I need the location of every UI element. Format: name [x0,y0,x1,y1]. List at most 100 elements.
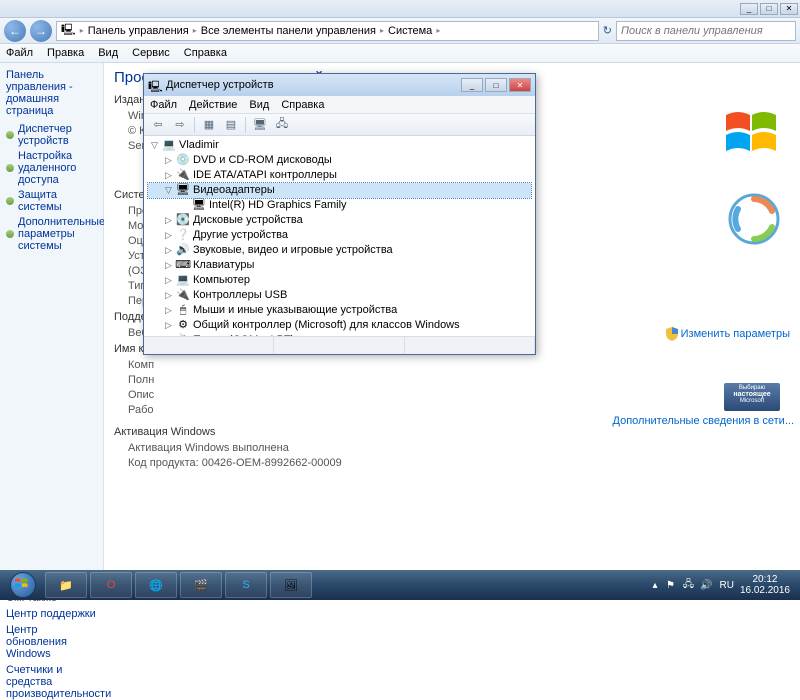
tree-node-label: Видеоадаптеры [193,183,275,198]
device-icon: ❔ [176,229,190,243]
volume-icon[interactable]: 🔊 [699,578,713,592]
expand-icon[interactable]: ▷ [164,246,173,255]
menu-tools[interactable]: Сервис [132,47,170,59]
refresh-icon[interactable]: ↻ [603,24,612,37]
more-info-link[interactable]: Дополнительные сведения в сети... [613,415,795,427]
breadcrumb-item[interactable]: Система [388,25,432,37]
expand-icon[interactable]: ▽ [164,186,173,195]
sidebar-link[interactable]: Настройка удаленного доступа [6,150,97,186]
tool-forward-icon[interactable]: ⇨ [170,116,190,134]
tree-node[interactable]: ▷🖱Мыши и иные указывающие устройства [148,303,531,318]
sidebar-link[interactable]: Защита системы [6,189,97,213]
tree-root[interactable]: ▽ 💻 Vladimir [148,138,531,153]
tree-node[interactable]: ▷🔌IDE ATA/ATAPI контроллеры [148,168,531,183]
task-chrome[interactable]: 🌐 [135,572,177,598]
seealso-link[interactable]: Центр обновления Windows [6,624,97,660]
menu-help[interactable]: Справка [184,47,227,59]
computer-icon: 💻 [162,139,176,153]
tree-node[interactable]: ▷🔌Контроллеры USB [148,288,531,303]
truncated-label: Опис [128,389,790,401]
dialog-close-button[interactable]: ✕ [509,78,531,92]
back-button[interactable]: ← [4,20,26,42]
minimize-button[interactable]: _ [740,3,758,15]
device-icon: 🔊 [176,244,190,258]
dialog-menu-action[interactable]: Действие [189,99,237,111]
expand-icon[interactable]: ▷ [164,171,173,180]
task-explorer[interactable]: 📁 [45,572,87,598]
expand-icon[interactable]: ▷ [164,276,173,285]
menu-file[interactable]: Файл [6,47,33,59]
window-titlebar: _ □ ✕ [0,0,800,18]
device-icon: 🔌 [176,334,190,337]
breadcrumb-item[interactable]: Панель управления [88,25,189,37]
dialog-minimize-button[interactable]: _ [461,78,483,92]
device-icon: 🔌 [176,169,190,183]
seealso-link[interactable]: Счетчики и средства производительности [6,664,97,700]
expand-icon[interactable]: ▷ [164,321,173,330]
menu-view[interactable]: Вид [98,47,118,59]
device-manager-dialog: 🖳 Диспетчер устройств _ □ ✕ Файл Действи… [143,73,536,355]
tree-node[interactable]: ▷❔Другие устройства [148,228,531,243]
tool-scan-icon[interactable]: 🖥 [250,116,270,134]
tree-node-label: Клавиатуры [193,258,254,273]
dialog-menu-view[interactable]: Вид [249,99,269,111]
language-indicator[interactable]: RU [719,580,733,591]
skype-icon: S [242,579,249,591]
tree-node[interactable]: ▷🔊Звуковые, видео и игровые устройства [148,243,531,258]
task-skype[interactable]: S [225,572,267,598]
bullet-icon [6,164,14,172]
dialog-menu-file[interactable]: Файл [150,99,177,111]
expand-icon[interactable]: ▷ [164,306,173,315]
tree-node[interactable]: ▷⌨Клавиатуры [148,258,531,273]
device-icon: ⚙ [176,319,190,333]
dialog-title: Диспетчер устройств [166,79,274,91]
expand-icon[interactable]: ▷ [164,156,173,165]
breadcrumb[interactable]: 🖳 ▸ Панель управления ▸ Все элементы пан… [56,21,599,41]
tree-node[interactable]: ▷💿DVD и CD-ROM дисководы [148,153,531,168]
expand-icon[interactable]: ▷ [164,216,173,225]
device-icon: 🖥 [176,184,190,198]
dialog-titlebar[interactable]: 🖳 Диспетчер устройств _ □ ✕ [144,74,535,96]
tree-node[interactable]: ▷💻Компьютер [148,273,531,288]
tray-expand-icon[interactable]: ▴ [652,580,657,591]
tool-show-hidden-icon[interactable]: ▦ [199,116,219,134]
breadcrumb-item[interactable]: Все элементы панели управления [201,25,376,37]
menu-edit[interactable]: Правка [47,47,84,59]
sidebar: Панель управления - домашняя страница Ди… [0,63,104,578]
close-button[interactable]: ✕ [780,3,798,15]
expand-icon[interactable]: ▷ [164,291,173,300]
tree-node[interactable]: ▷⚙Общий контроллер (Microsoft) для класс… [148,318,531,333]
tree-node[interactable]: ▽🖥Видеоадаптеры [148,183,531,198]
tool-properties-icon[interactable]: ▤ [221,116,241,134]
taskbar: 📁 O 🌐 🎬 S 🖼 ▴ ⚑ 🖧 🔊 RU 20:12 16.02.2016 [0,570,800,600]
tool-back-icon[interactable]: ⇦ [148,116,168,134]
sidebar-link[interactable]: Диспетчер устройств [6,123,97,147]
expand-icon[interactable]: ▷ [164,261,173,270]
start-button[interactable] [4,572,42,598]
task-opera[interactable]: O [90,572,132,598]
clock[interactable]: 20:12 16.02.2016 [740,574,790,596]
expand-icon[interactable]: ▷ [164,231,173,240]
seealso-link[interactable]: Центр поддержки [6,608,97,620]
collapse-icon[interactable]: ▽ [150,141,159,150]
dialog-menu-help[interactable]: Справка [281,99,324,111]
search-input[interactable] [616,21,796,41]
activation-section: Активация Windows [114,426,790,438]
task-image[interactable]: 🖼 [270,572,312,598]
sidebar-link[interactable]: Дополнительные параметры системы [6,216,97,252]
tree-node[interactable]: 🖥Intel(R) HD Graphics Family [148,198,531,213]
device-tree[interactable]: ▽ 💻 Vladimir ▷💿DVD и CD-ROM дисководы▷🔌I… [144,136,535,336]
windows-logo-icon [720,103,780,163]
forward-button[interactable]: → [30,20,52,42]
task-movie[interactable]: 🎬 [180,572,222,598]
maximize-button[interactable]: □ [760,3,778,15]
tree-node[interactable]: ▷💽Дисковые устройства [148,213,531,228]
change-settings-link[interactable]: Изменить параметры [666,327,790,341]
tool-update-icon[interactable]: 🖧 [272,116,292,134]
dialog-maximize-button[interactable]: □ [485,78,507,92]
network-icon[interactable]: 🖧 [681,578,695,592]
sidebar-home-link[interactable]: Панель управления - домашняя страница [6,69,97,117]
flag-icon[interactable]: ⚑ [663,578,677,592]
device-icon: 🖥 [192,199,206,213]
navigation-bar: ← → 🖳 ▸ Панель управления ▸ Все элементы… [0,18,800,44]
